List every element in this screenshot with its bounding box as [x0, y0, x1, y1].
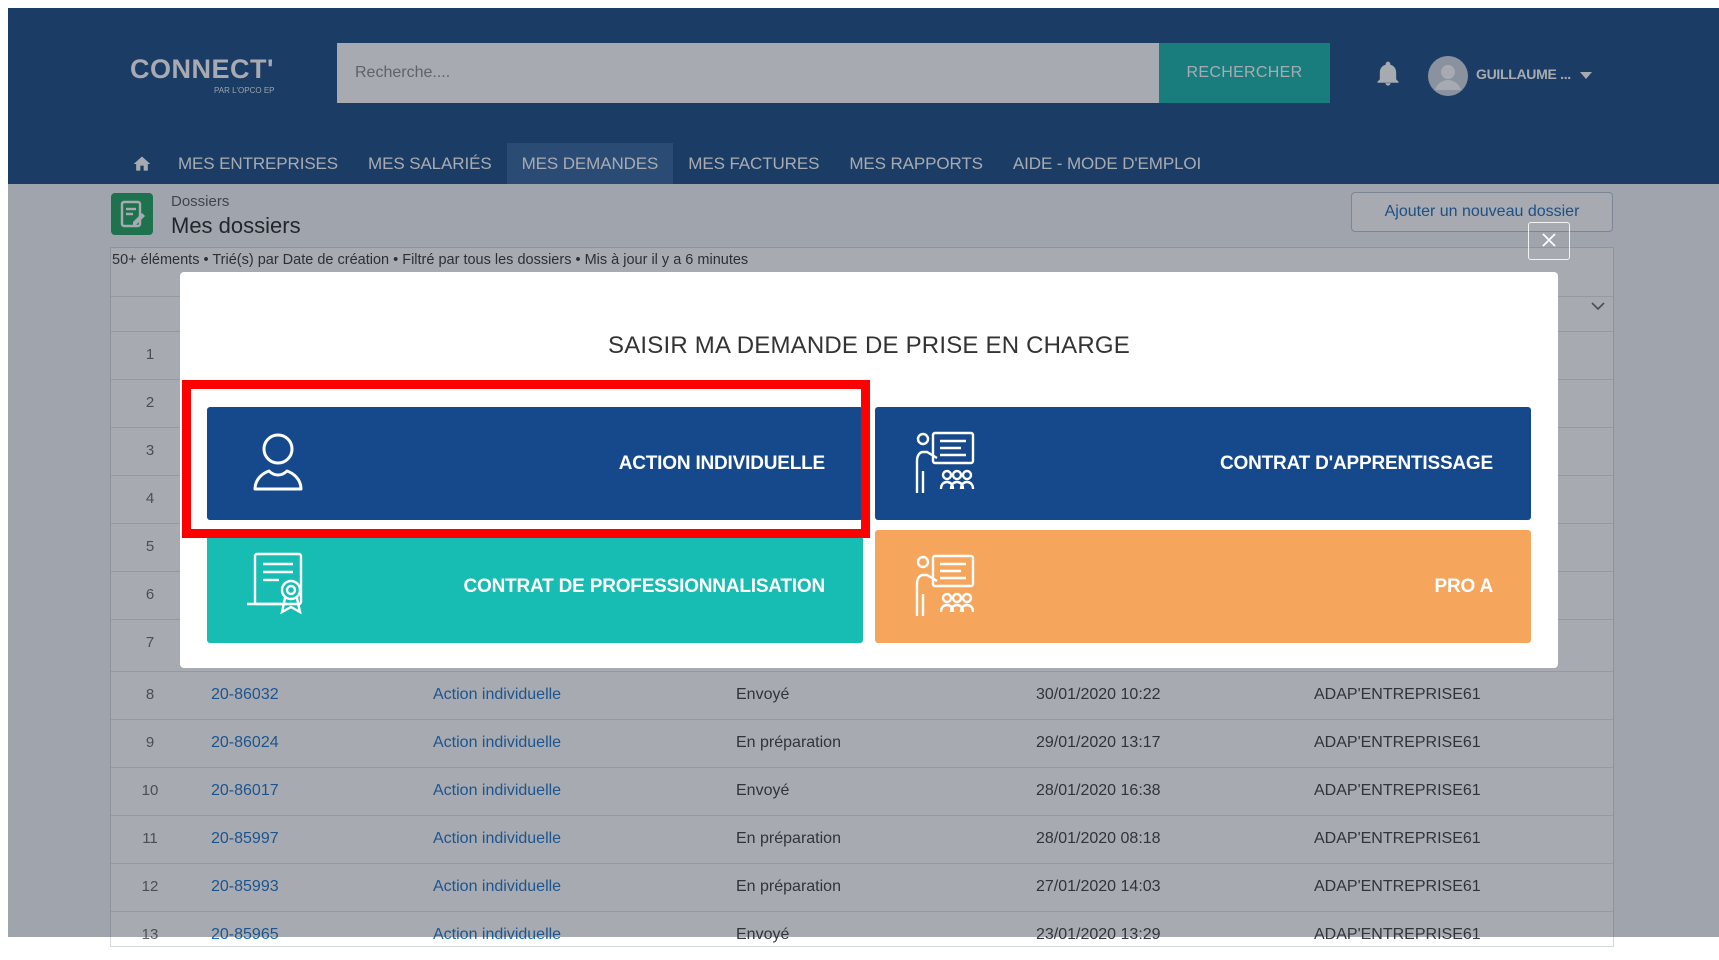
tile-label: PRO A: [1434, 575, 1494, 597]
contrat-apprentissage-button[interactable]: CONTRAT D'APPRENTISSAGE: [875, 407, 1531, 520]
modal-close-button[interactable]: [1528, 222, 1570, 260]
certificate-icon: [243, 550, 313, 620]
tile-label: CONTRAT DE PROFESSIONNALISATION: [463, 575, 826, 597]
pro-a-button[interactable]: PRO A: [875, 530, 1531, 643]
tile-label: CONTRAT D'APPRENTISSAGE: [1220, 452, 1493, 474]
demande-modal: SAISIR MA DEMANDE DE PRISE EN CHARGE ACT…: [180, 272, 1558, 668]
contrat-professionnalisation-button[interactable]: CONTRAT DE PROFESSIONNALISATION: [207, 530, 863, 643]
modal-title: SAISIR MA DEMANDE DE PRISE EN CHARGE: [608, 332, 1130, 359]
trainer-icon: [911, 427, 981, 497]
close-icon: [1541, 232, 1557, 251]
tile-label: ACTION INDIVIDUELLE: [618, 452, 825, 474]
action-individuelle-button[interactable]: ACTION INDIVIDUELLE: [207, 407, 863, 520]
person-icon: [243, 427, 313, 497]
trainer-icon: [911, 550, 981, 620]
